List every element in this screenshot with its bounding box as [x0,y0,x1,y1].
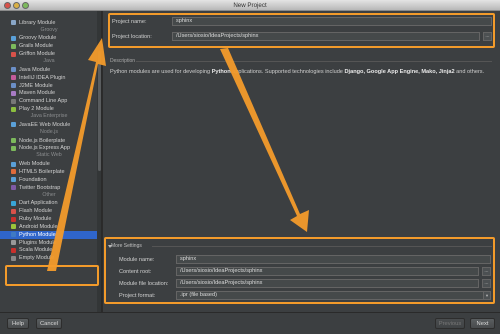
annotation-arrow-down [220,48,309,232]
annotation-arrows [47,38,309,271]
annotation-arrow-up [47,38,106,271]
